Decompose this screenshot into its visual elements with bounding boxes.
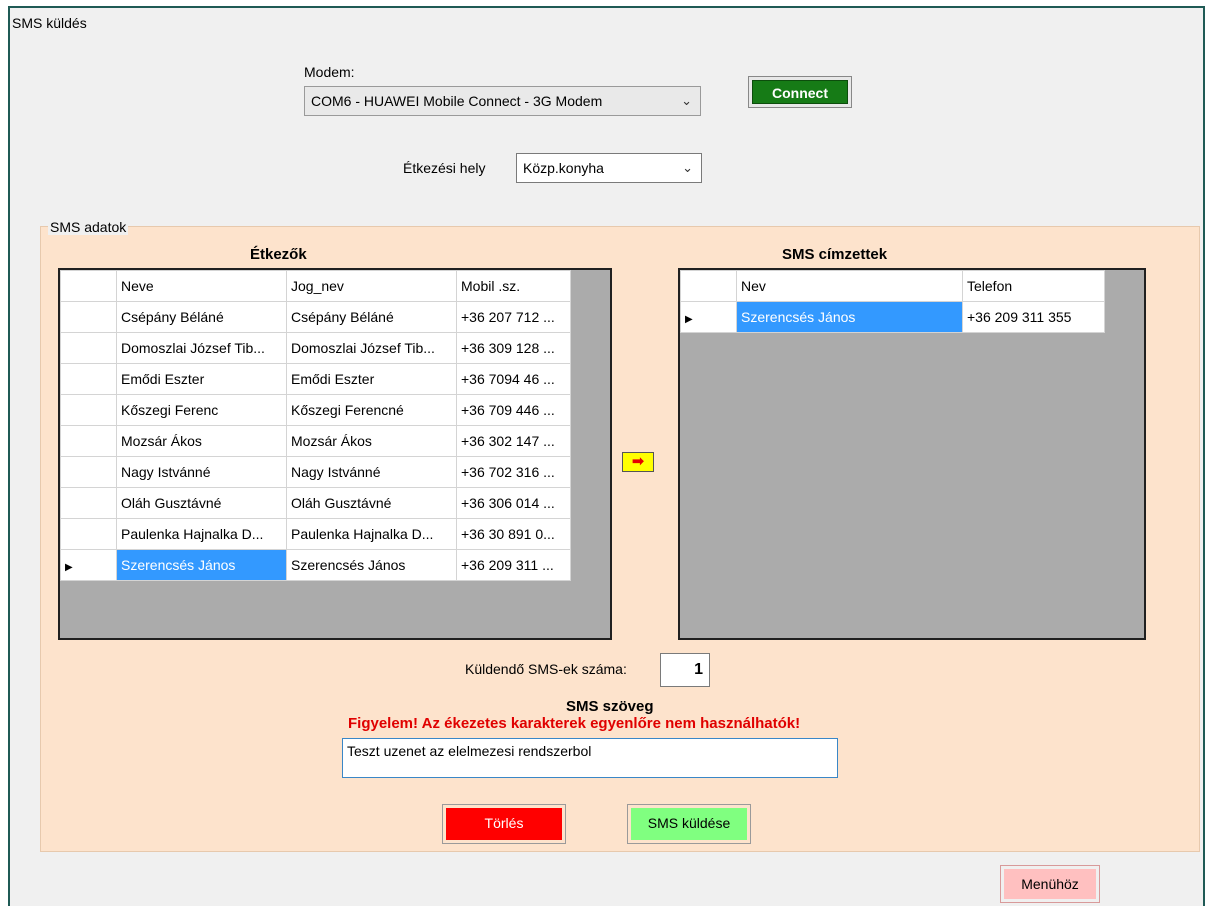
table-cell[interactable]: Kőszegi Ferencné: [286, 394, 457, 426]
table-cell[interactable]: Domoszlai József Tib...: [286, 332, 457, 364]
row-header[interactable]: ▶: [680, 301, 737, 333]
table-cell[interactable]: Kőszegi Ferenc: [116, 394, 287, 426]
arrow-right-icon: ➡: [631, 453, 645, 470]
row-header-corner: [60, 270, 117, 302]
clear-button[interactable]: Törlés: [442, 804, 566, 844]
chevron-down-icon: ⌄: [681, 93, 692, 108]
menu-button[interactable]: Menühöz: [1000, 865, 1100, 903]
table-cell[interactable]: Szerencsés János: [286, 549, 457, 581]
modem-select-value: COM6 - HUAWEI Mobile Connect - 3G Modem: [311, 93, 603, 109]
location-label: Étkezési hely: [403, 160, 486, 176]
table-row-selected[interactable]: ▶ Szerencsés János +36 209 311 355: [680, 301, 1105, 333]
row-header[interactable]: [60, 456, 117, 488]
table-row[interactable]: Csépány Béláné Csépány Béláné +36 207 712 …: [60, 301, 571, 333]
diners-header-row: Neve Jog_nev Mobil .sz.: [60, 270, 571, 302]
recipients-grid[interactable]: Nev Telefon ▶ Szerencsés János +36 209 311…: [678, 268, 1146, 640]
table-row[interactable]: Nagy Istvánné Nagy Istvánné +36 702 316 ..…: [60, 456, 571, 488]
send-sms-button-label: SMS küldése: [631, 808, 747, 840]
table-row[interactable]: Emődi Eszter Emődi Eszter +36 7094 46 ...: [60, 363, 571, 395]
diners-heading: Étkezők: [250, 246, 307, 263]
table-cell[interactable]: Paulenka Hajnalka D...: [286, 518, 457, 550]
table-cell[interactable]: +36 209 311 ...: [456, 549, 571, 581]
column-header[interactable]: Jog_nev: [286, 270, 457, 302]
location-select-value: Közp.konyha: [523, 160, 604, 176]
menu-button-label: Menühöz: [1004, 869, 1096, 899]
sms-text-input[interactable]: Teszt uzenet az elelmezesi rendszerbol: [342, 738, 838, 778]
table-row[interactable]: Domoszlai József Tib... Domoszlai József …: [60, 332, 571, 364]
table-cell[interactable]: +36 709 446 ...: [456, 394, 571, 426]
table-cell[interactable]: Mozsár Ákos: [116, 425, 287, 457]
table-cell[interactable]: Emődi Eszter: [116, 363, 287, 395]
table-cell[interactable]: Szerencsés János: [116, 549, 287, 581]
window-title: SMS küldés: [12, 15, 87, 31]
table-cell[interactable]: Szerencsés János: [736, 301, 963, 333]
row-header[interactable]: ▶: [60, 549, 117, 581]
table-cell[interactable]: +36 207 712 ...: [456, 301, 571, 333]
table-cell[interactable]: Oláh Gusztávné: [116, 487, 287, 519]
table-cell[interactable]: +36 702 316 ...: [456, 456, 571, 488]
table-row-selected[interactable]: ▶ Szerencsés János Szerencsés János +36 209…: [60, 549, 571, 581]
table-row[interactable]: Mozsár Ákos Mozsár Ákos +36 302 147 ...: [60, 425, 571, 457]
modem-select[interactable]: COM6 - HUAWEI Mobile Connect - 3G Modem …: [304, 86, 701, 116]
row-header[interactable]: [60, 301, 117, 333]
connect-button[interactable]: Connect: [748, 76, 852, 108]
column-header[interactable]: Telefon: [962, 270, 1105, 302]
table-cell[interactable]: Emődi Eszter: [286, 363, 457, 395]
diners-grid[interactable]: Neve Jog_nev Mobil .sz. Csépány Béláné Cs…: [58, 268, 612, 640]
transfer-button[interactable]: ➡: [622, 452, 654, 472]
table-row[interactable]: Paulenka Hajnalka D... Paulenka Hajnalka …: [60, 518, 571, 550]
column-header[interactable]: Neve: [116, 270, 287, 302]
clear-button-label: Törlés: [446, 808, 562, 840]
table-cell[interactable]: Mozsár Ákos: [286, 425, 457, 457]
diners-table: Neve Jog_nev Mobil .sz. Csépány Béláné Cs…: [60, 270, 571, 581]
table-cell[interactable]: Domoszlai József Tib...: [116, 332, 287, 364]
modem-label: Modem:: [304, 64, 355, 80]
recipients-heading: SMS címzettek: [782, 246, 888, 263]
recipients-table: Nev Telefon ▶ Szerencsés János +36 209 311…: [680, 270, 1105, 333]
column-header[interactable]: Nev: [736, 270, 963, 302]
table-cell[interactable]: Paulenka Hajnalka D...: [116, 518, 287, 550]
row-header[interactable]: [60, 518, 117, 550]
table-cell[interactable]: +36 306 014 ...: [456, 487, 571, 519]
row-header-corner: [680, 270, 737, 302]
row-header[interactable]: [60, 363, 117, 395]
chevron-down-icon: ⌄: [682, 160, 693, 175]
accent-warning: Figyelem! Az ékezetes karakterek egyenlő…: [348, 715, 801, 732]
table-cell[interactable]: Csépány Béláné: [116, 301, 287, 333]
table-row[interactable]: Oláh Gusztávné Oláh Gusztávné +36 306 014 …: [60, 487, 571, 519]
sms-text-heading: SMS szöveg: [566, 698, 654, 715]
send-sms-button[interactable]: SMS küldése: [627, 804, 751, 844]
sms-count-label: Küldendő SMS-ek száma:: [465, 661, 627, 677]
row-header[interactable]: [60, 332, 117, 364]
table-cell[interactable]: Nagy Istvánné: [116, 456, 287, 488]
table-cell[interactable]: +36 30 891 0...: [456, 518, 571, 550]
table-cell[interactable]: Oláh Gusztávné: [286, 487, 457, 519]
row-header[interactable]: [60, 425, 117, 457]
column-header[interactable]: Mobil .sz.: [456, 270, 571, 302]
table-cell[interactable]: +36 302 147 ...: [456, 425, 571, 457]
table-cell[interactable]: +36 209 311 355: [962, 301, 1105, 333]
table-row[interactable]: Kőszegi Ferenc Kőszegi Ferencné +36 709 44…: [60, 394, 571, 426]
table-cell[interactable]: +36 7094 46 ...: [456, 363, 571, 395]
recipients-header-row: Nev Telefon: [680, 270, 1105, 302]
table-cell[interactable]: Csépány Béláné: [286, 301, 457, 333]
row-header[interactable]: [60, 487, 117, 519]
location-select[interactable]: Közp.konyha ⌄: [516, 153, 702, 183]
table-cell[interactable]: +36 309 128 ...: [456, 332, 571, 364]
triangle-right-icon: ▶: [65, 562, 73, 573]
triangle-right-icon: ▶: [685, 314, 693, 325]
connect-button-label: Connect: [752, 80, 848, 104]
table-cell[interactable]: Nagy Istvánné: [286, 456, 457, 488]
row-header[interactable]: [60, 394, 117, 426]
sms-count-field[interactable]: 1: [660, 653, 710, 687]
sms-data-group-caption: SMS adatok: [48, 219, 129, 235]
